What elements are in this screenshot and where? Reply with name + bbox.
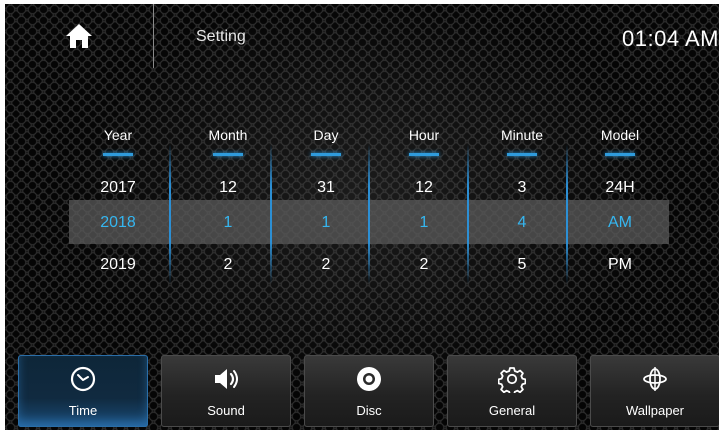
clock-display: 01:04 AM: [622, 26, 719, 51]
picker-value[interactable]: 31: [277, 179, 375, 197]
top-bar-divider: [153, 4, 154, 68]
picker-value[interactable]: 2: [375, 256, 473, 274]
picker-value[interactable]: 2: [179, 256, 277, 274]
tab-wallpaper[interactable]: Wallpaper: [590, 355, 719, 427]
picker-column-day[interactable]: Day 31 1 2: [277, 122, 375, 282]
picker-value[interactable]: 2019: [69, 256, 167, 274]
tab-time[interactable]: Time: [18, 355, 148, 427]
tab-general[interactable]: General: [447, 355, 577, 427]
settings-screen: Setting 01:04 AM Year 2017 2018 2019 Mon…: [5, 4, 719, 430]
column-divider: [368, 144, 370, 284]
column-divider: [566, 144, 568, 284]
picker-value-selected[interactable]: 4: [473, 214, 571, 232]
wallpaper-icon: [641, 365, 669, 393]
picker-value[interactable]: 2017: [69, 179, 167, 197]
picker-value[interactable]: 3: [473, 179, 571, 197]
picker-value[interactable]: 12: [375, 179, 473, 197]
column-indicator: [409, 153, 439, 156]
gear-icon: [497, 365, 527, 396]
picker-value[interactable]: 5: [473, 256, 571, 274]
tab-label: Time: [68, 403, 98, 418]
column-indicator: [605, 153, 635, 156]
picker-column-year[interactable]: Year 2017 2018 2019: [69, 122, 167, 282]
picker-value-selected[interactable]: 1: [277, 214, 375, 232]
picker-value[interactable]: 24H: [571, 179, 669, 197]
column-header-day: Day: [313, 127, 339, 143]
speaker-icon: [212, 365, 240, 393]
tab-sound[interactable]: Sound: [161, 355, 291, 427]
column-divider: [270, 144, 272, 284]
column-header-minute: Minute: [500, 127, 544, 143]
picker-column-model[interactable]: Model 24H AM PM: [571, 122, 669, 282]
picker-value-selected[interactable]: AM: [571, 214, 669, 232]
column-indicator: [311, 153, 341, 156]
picker-value[interactable]: 12: [179, 179, 277, 197]
tab-label: Disc: [356, 403, 382, 418]
home-icon: [66, 24, 92, 48]
picker-column-minute[interactable]: Minute 3 4 5: [473, 122, 571, 282]
tab-label: General: [488, 403, 536, 418]
home-button[interactable]: [5, 4, 153, 68]
page-title: Setting: [196, 28, 246, 45]
column-indicator: [103, 153, 133, 156]
column-divider: [467, 144, 469, 284]
tab-disc[interactable]: Disc: [304, 355, 434, 427]
clock-icon: [69, 365, 97, 393]
column-indicator: [507, 153, 537, 156]
picker-value[interactable]: 2: [277, 256, 375, 274]
picker-value[interactable]: PM: [571, 256, 669, 274]
column-header-month: Month: [208, 127, 248, 143]
column-header-model: Model: [600, 127, 640, 143]
datetime-picker: Year 2017 2018 2019 Month 12 1 2 Day 31 …: [69, 122, 669, 284]
disc-icon: [355, 365, 383, 393]
picker-column-month[interactable]: Month 12 1 2: [179, 122, 277, 282]
picker-value-selected[interactable]: 2018: [69, 214, 167, 232]
top-bar: Setting 01:04 AM: [5, 4, 719, 68]
bottom-nav: Time Sound Disc General Wallpaper: [18, 355, 719, 427]
column-indicator: [213, 153, 243, 156]
picker-column-hour[interactable]: Hour 12 1 2: [375, 122, 473, 282]
column-divider: [169, 144, 171, 284]
picker-value-selected[interactable]: 1: [375, 214, 473, 232]
column-header-year: Year: [103, 127, 133, 143]
picker-value-selected[interactable]: 1: [179, 214, 277, 232]
tab-label: Wallpaper: [625, 403, 685, 418]
tab-label: Sound: [207, 403, 245, 418]
column-header-hour: Hour: [408, 127, 440, 143]
